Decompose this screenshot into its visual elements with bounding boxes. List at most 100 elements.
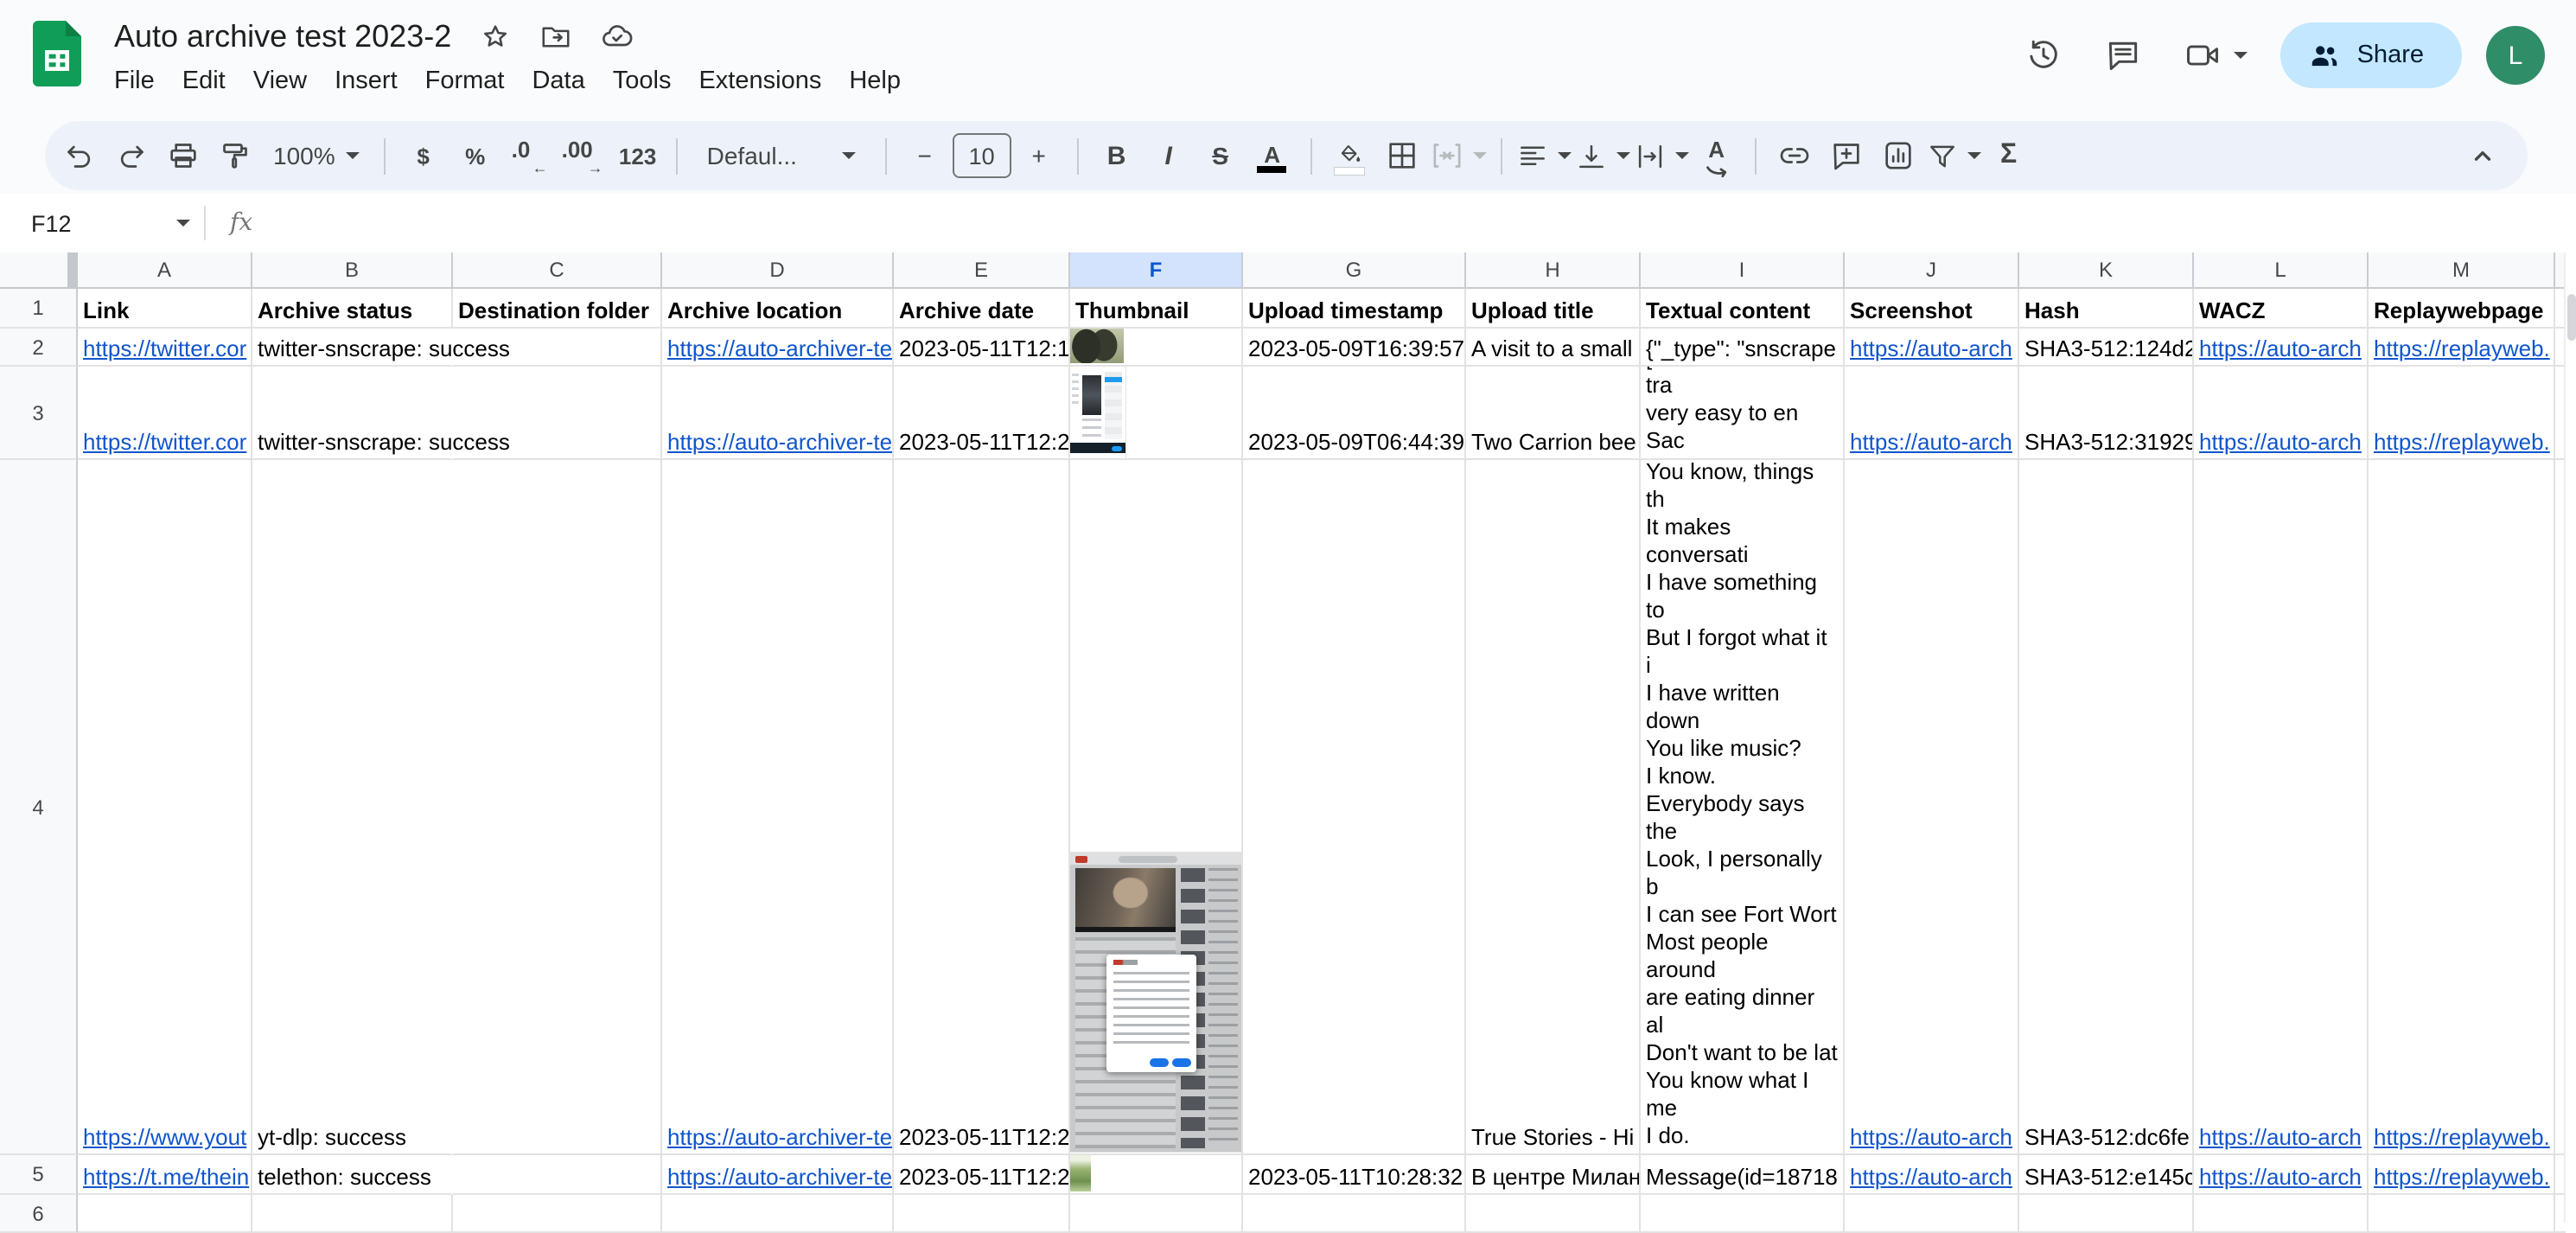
cell-J1[interactable]: Screenshot [1845,289,2019,329]
number-format-button[interactable]: 123 [614,131,662,180]
cell-B1[interactable]: Archive status [252,289,453,329]
cell-H4[interactable]: True Stories - Hi [1466,460,1641,1155]
row-header-3[interactable]: 3 [0,367,78,460]
redo-button[interactable] [107,131,156,180]
cell-D5[interactable]: https://auto-archiver-te [662,1155,894,1195]
cell-J2[interactable]: https://auto-arch [1845,329,2019,367]
cell-A3[interactable]: https://twitter.cor [78,367,252,460]
cell-D3[interactable]: https://auto-archiver-te [662,367,894,460]
increase-font-size-button[interactable]: + [1015,131,1063,180]
move-folder-icon[interactable] [539,20,572,53]
cell-F5[interactable] [1070,1155,1243,1195]
cell-M4[interactable]: https://replayweb. [2369,460,2555,1155]
cell-B6[interactable] [252,1195,453,1233]
scrollbar-thumb[interactable] [2566,294,2575,341]
cell-F1[interactable]: Thumbnail [1070,289,1243,329]
cell-J3[interactable]: https://auto-arch [1845,367,2019,460]
text-rotation-button[interactable]: A [1693,128,1741,183]
star-icon[interactable] [479,20,512,53]
meet-video-call-icon[interactable] [2176,28,2257,83]
cell-M6[interactable] [2369,1195,2555,1233]
cell-B4[interactable]: yt-dlp: success [252,460,453,1155]
version-history-icon[interactable] [2017,28,2072,83]
insert-chart-button[interactable] [1874,131,1922,180]
cell-A1[interactable]: Link [78,289,252,329]
document-title[interactable]: Auto archive test 2023-2 [114,18,451,54]
cell-F2[interactable] [1070,329,1243,367]
cell-K3[interactable]: SHA3-512:31929 [2019,367,2194,460]
vertical-scrollbar[interactable] [2564,252,2576,1223]
cell-A4[interactable]: https://www.yout [78,460,252,1155]
zoom-select[interactable]: 100% [263,131,370,180]
cell-C5[interactable] [453,1155,662,1195]
column-header-E[interactable]: E [894,252,1070,289]
cell-L1[interactable]: WACZ [2194,289,2369,329]
cell-D6[interactable] [662,1195,894,1233]
menu-edit[interactable]: Edit [169,64,239,99]
cell-E6[interactable] [894,1195,1070,1233]
row-header-2[interactable]: 2 [0,329,78,367]
cell-M1[interactable]: Replaywebpage [2369,289,2555,329]
cell-I6[interactable] [1641,1195,1845,1233]
comments-icon[interactable] [2096,28,2152,83]
menu-help[interactable]: Help [835,64,915,99]
cell-L2[interactable]: https://auto-arch [2194,329,2369,367]
insert-link-button[interactable] [1770,131,1819,180]
format-currency-button[interactable]: $ [399,131,448,180]
cell-H5[interactable]: В центре Милан [1466,1155,1641,1195]
cell-C6[interactable] [453,1195,662,1233]
cell-M3[interactable]: https://replayweb. [2369,367,2555,460]
cell-J4[interactable]: https://auto-arch [1845,460,2019,1155]
cell-E5[interactable]: 2023-05-11T12:2 [894,1155,1070,1195]
cell-G5[interactable]: 2023-05-11T10:28:32 [1243,1155,1466,1195]
font-size-input[interactable]: 10 [952,133,1011,178]
menu-tools[interactable]: Tools [599,64,685,99]
undo-button[interactable] [55,131,104,180]
cell-H6[interactable] [1466,1195,1641,1233]
cell-G1[interactable]: Upload timestamp [1243,289,1466,329]
bold-button[interactable]: B [1093,131,1141,180]
share-button[interactable]: Share [2280,22,2462,88]
cell-L6[interactable] [2194,1195,2369,1233]
column-header-M[interactable]: M [2369,252,2555,289]
column-header-B[interactable]: B [252,252,453,289]
menu-format[interactable]: Format [411,64,519,99]
cell-I4[interactable]: [automatic video tra They're the cathedr… [1641,460,1845,1155]
column-header-F-selected[interactable]: F [1070,252,1243,289]
cell-I2[interactable]: {"_type": "snscrape [1641,329,1845,367]
cell-E2[interactable]: 2023-05-11T12:1 [894,329,1070,367]
cloud-saved-icon[interactable] [600,19,634,54]
horizontal-align-button[interactable] [1516,131,1572,180]
cell-H2[interactable]: A visit to a small [1466,329,1641,367]
cell-L5[interactable]: https://auto-arch [2194,1155,2369,1195]
cell-F4[interactable] [1070,460,1243,1155]
cell-K6[interactable] [2019,1195,2194,1233]
cell-K5[interactable]: SHA3-512:e145c [2019,1155,2194,1195]
cell-K1[interactable]: Hash [2019,289,2194,329]
cell-G6[interactable] [1243,1195,1466,1233]
cell-M5[interactable]: https://replayweb. [2369,1155,2555,1195]
cell-L4[interactable]: https://auto-arch [2194,460,2369,1155]
cell-J6[interactable] [1845,1195,2019,1233]
column-header-D[interactable]: D [662,252,894,289]
name-box-caret[interactable] [176,220,190,227]
name-box[interactable]: F12 [0,210,204,236]
cell-I5[interactable]: Message(id=18718 [1641,1155,1845,1195]
text-wrapping-button[interactable] [1634,131,1689,180]
paint-format-button[interactable] [211,131,259,180]
format-percent-button[interactable]: % [451,131,500,180]
cell-A2[interactable]: https://twitter.cor [78,329,252,367]
collapse-toolbar-button[interactable] [2458,131,2507,180]
column-header-L[interactable]: L [2194,252,2369,289]
menu-insert[interactable]: Insert [321,64,411,99]
select-all-corner[interactable] [0,252,78,289]
functions-button[interactable]: Σ [1985,131,2033,180]
decrease-decimal-button[interactable]: .0 ← [503,131,555,180]
cell-I3[interactable]: {"_type": "snscrape [automatic video tra… [1641,367,1845,460]
cell-G4[interactable] [1243,460,1466,1155]
column-header-J[interactable]: J [1845,252,2019,289]
row-header-5[interactable]: 5 [0,1155,78,1195]
row-header-1[interactable]: 1 [0,289,78,329]
cell-D4[interactable]: https://auto-archiver-te [662,460,894,1155]
cell-I1[interactable]: Textual content [1641,289,1845,329]
